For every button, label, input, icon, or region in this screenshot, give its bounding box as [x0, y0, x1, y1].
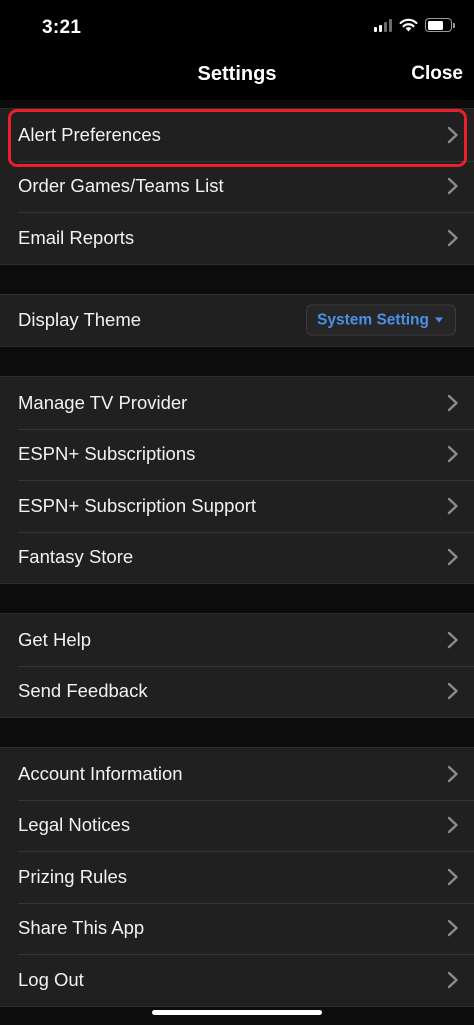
settings-item-label: Send Feedback: [18, 680, 148, 702]
chevron-right-icon: [447, 816, 459, 834]
settings-item-order-games-teams[interactable]: Order Games/Teams List: [0, 160, 474, 213]
settings-item-label: Account Information: [18, 762, 183, 784]
status-icons: [374, 18, 455, 32]
nav-bar: Settings Close: [0, 50, 474, 100]
settings-item-espn-plus-subscriptions[interactable]: ESPN+ Subscriptions: [0, 428, 474, 481]
settings-item-label: Email Reports: [18, 226, 135, 248]
settings-group-notifications: Alert Preferences Order Games/Teams List…: [0, 108, 474, 265]
chevron-right-icon: [447, 682, 459, 700]
status-time: 3:21: [42, 17, 82, 38]
settings-item-share-this-app[interactable]: Share This App: [0, 902, 474, 955]
wifi-icon: [399, 18, 418, 32]
settings-item-label: ESPN+ Subscription Support: [18, 494, 257, 516]
settings-item-label: ESPN+ Subscriptions: [18, 443, 196, 465]
battery-icon: [425, 18, 455, 32]
settings-item-label: Get Help: [18, 628, 92, 650]
display-theme-dropdown[interactable]: System Setting: [306, 304, 456, 336]
settings-item-prizing-rules[interactable]: Prizing Rules: [0, 851, 474, 903]
settings-item-label: Manage TV Provider: [18, 391, 188, 413]
chevron-right-icon: [447, 445, 459, 463]
settings-item-label: Legal Notices: [18, 814, 131, 836]
settings-group-display: Display Theme System Setting: [0, 293, 474, 347]
settings-item-account-information[interactable]: Account Information: [0, 748, 474, 800]
status-bar: 3:21: [0, 0, 474, 50]
settings-item-log-out[interactable]: Log Out: [0, 954, 474, 1006]
chevron-right-icon: [447, 177, 459, 195]
close-button[interactable]: Close: [411, 63, 463, 85]
settings-group-account: Account Information Legal Notices Prizin…: [0, 747, 474, 1007]
settings-item-label: Prizing Rules: [18, 865, 127, 887]
chevron-right-icon: [447, 765, 459, 783]
caret-down-icon: [435, 317, 443, 323]
settings-list: Alert Preferences Order Games/Teams List…: [0, 100, 474, 1007]
chevron-right-icon: [447, 971, 459, 989]
chevron-right-icon: [447, 919, 459, 937]
settings-item-email-reports[interactable]: Email Reports: [0, 212, 474, 264]
settings-item-send-feedback[interactable]: Send Feedback: [0, 665, 474, 718]
settings-item-label: Share This App: [18, 917, 145, 939]
chevron-right-icon: [447, 631, 459, 649]
display-theme-value: System Setting: [317, 311, 429, 329]
chevron-right-icon: [447, 126, 459, 144]
chevron-right-icon: [447, 497, 459, 515]
settings-item-display-theme: Display Theme System Setting: [0, 295, 474, 347]
settings-item-get-help[interactable]: Get Help: [0, 614, 474, 666]
settings-item-label: Display Theme: [18, 309, 142, 331]
settings-item-label: Order Games/Teams List: [18, 175, 224, 197]
settings-item-label: Fantasy Store: [18, 546, 134, 568]
chevron-right-icon: [447, 229, 459, 247]
settings-group-subscriptions: Manage TV Provider ESPN+ Subscriptions E…: [0, 376, 474, 584]
settings-item-espn-plus-support[interactable]: ESPN+ Subscription Support: [0, 480, 474, 532]
settings-item-legal-notices[interactable]: Legal Notices: [0, 799, 474, 852]
settings-item-label: Log Out: [18, 968, 84, 990]
page-title: Settings: [197, 63, 277, 85]
settings-item-alert-preferences[interactable]: Alert Preferences: [0, 109, 474, 161]
settings-item-label: Alert Preferences: [18, 123, 161, 145]
chevron-right-icon: [447, 548, 459, 566]
chevron-right-icon: [447, 868, 459, 886]
settings-group-support: Get Help Send Feedback: [0, 613, 474, 718]
settings-item-manage-tv-provider[interactable]: Manage TV Provider: [0, 377, 474, 429]
home-indicator[interactable]: [152, 1010, 322, 1015]
chevron-right-icon: [447, 394, 459, 412]
settings-item-fantasy-store[interactable]: Fantasy Store: [0, 531, 474, 584]
cellular-signal-icon: [374, 18, 392, 32]
